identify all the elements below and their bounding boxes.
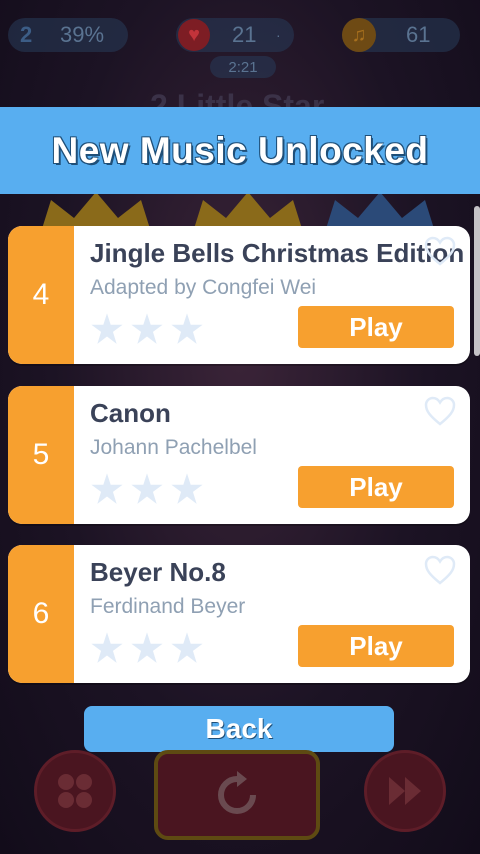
song-title: Jingle Bells Christmas Edition <box>90 238 465 268</box>
song-card: 6 Beyer No.8 Ferdinand Beyer Play <box>8 545 470 683</box>
next-button[interactable] <box>364 750 446 832</box>
star-icon <box>90 312 124 346</box>
play-button[interactable]: Play <box>298 466 454 508</box>
replay-button[interactable] <box>154 750 320 840</box>
heart-outline-icon[interactable] <box>424 555 456 585</box>
replay-icon <box>218 771 256 814</box>
star-icon <box>130 312 164 346</box>
song-title: Beyer No.8 <box>90 557 226 587</box>
modal-header: New Music Unlocked <box>0 107 480 194</box>
star-icon <box>130 631 164 665</box>
heart-outline-icon[interactable] <box>424 236 456 266</box>
menu-button[interactable] <box>34 750 116 832</box>
star-icon <box>130 472 164 506</box>
progress-percent: 39% <box>60 22 105 47</box>
star-rating <box>90 472 204 506</box>
level-number: 2 <box>20 22 33 47</box>
song-card: 5 Canon Johann Pachelbel Play <box>8 386 470 524</box>
menu-grid-icon <box>58 774 92 808</box>
play-button[interactable]: Play <box>298 306 454 348</box>
heart-outline-icon[interactable] <box>424 396 456 426</box>
star-icon <box>90 631 124 665</box>
song-title: Canon <box>90 398 171 428</box>
lives-dot: · <box>276 27 281 43</box>
star-icon <box>170 472 204 506</box>
star-icon <box>170 312 204 346</box>
song-artist: Adapted by Congfei Wei <box>90 276 317 299</box>
lives-timer: 2:21 <box>210 56 276 78</box>
lives-pill: ♥ 21 · <box>176 18 294 52</box>
lives-count: 21 <box>232 22 257 47</box>
heart-icon: ♥ <box>178 19 210 51</box>
song-number: 6 <box>8 545 74 683</box>
progress-pill: 2 39% <box>8 18 128 52</box>
notes-count: 61 <box>406 22 431 47</box>
fast-forward-icon <box>389 777 421 805</box>
scrollbar[interactable] <box>474 206 480 356</box>
song-artist: Johann Pachelbel <box>90 436 257 459</box>
song-number: 4 <box>8 226 74 364</box>
song-card: 4 Jingle Bells Christmas Edition Adapted… <box>8 226 470 364</box>
notes-pill: ♫ 61 <box>342 18 460 52</box>
star-icon <box>90 472 124 506</box>
game-hud: 2 39% ♥ 21 · 2:21 ♫ 61 2 Little Star <box>0 0 480 124</box>
play-button[interactable]: Play <box>298 625 454 667</box>
star-icon <box>170 631 204 665</box>
song-number: 5 <box>8 386 74 524</box>
back-button[interactable]: Back <box>84 706 394 752</box>
star-rating <box>90 631 204 665</box>
star-rating <box>90 312 204 346</box>
song-artist: Ferdinand Beyer <box>90 595 246 618</box>
music-note-icon: ♫ <box>342 18 376 52</box>
modal-title: New Music Unlocked <box>51 129 429 171</box>
